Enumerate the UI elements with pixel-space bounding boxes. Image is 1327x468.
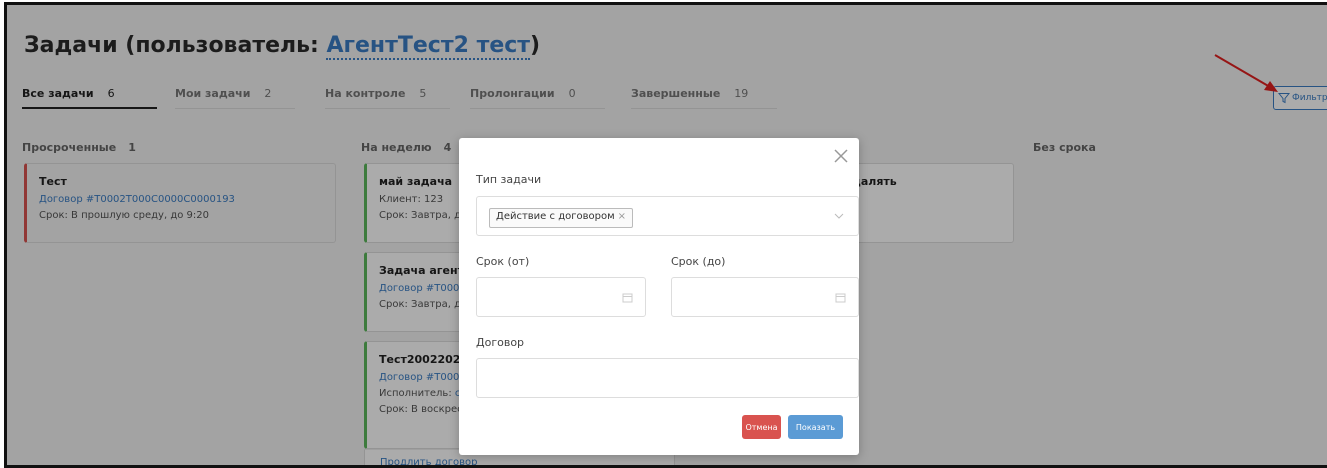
task-type-tag: Действие с договором × [489, 208, 634, 228]
app-frame: Задачи (пользователь: АгентТест2 тест) В… [4, 2, 1327, 468]
contract-label: Договор [476, 336, 525, 349]
calendar-icon[interactable] [835, 292, 846, 303]
date-from-label: Срок (от) [476, 255, 530, 268]
show-button[interactable]: Показать [788, 415, 843, 439]
tag-label: Действие с договором [496, 211, 615, 222]
calendar-icon[interactable] [622, 292, 633, 303]
tag-remove-icon[interactable]: × [618, 211, 626, 222]
filter-modal: Тип задачи Действие с договором × Срок (о… [459, 138, 859, 455]
date-from-field[interactable] [476, 277, 646, 317]
date-to-field[interactable] [671, 277, 859, 317]
task-type-label: Тип задачи [476, 173, 542, 186]
contract-input[interactable] [476, 358, 859, 398]
chevron-down-icon[interactable] [834, 211, 844, 221]
task-type-select[interactable]: Действие с договором × [476, 196, 859, 236]
close-icon[interactable] [833, 148, 849, 164]
cancel-button[interactable]: Отмена [742, 415, 781, 439]
date-to-label: Срок (до) [671, 255, 726, 268]
